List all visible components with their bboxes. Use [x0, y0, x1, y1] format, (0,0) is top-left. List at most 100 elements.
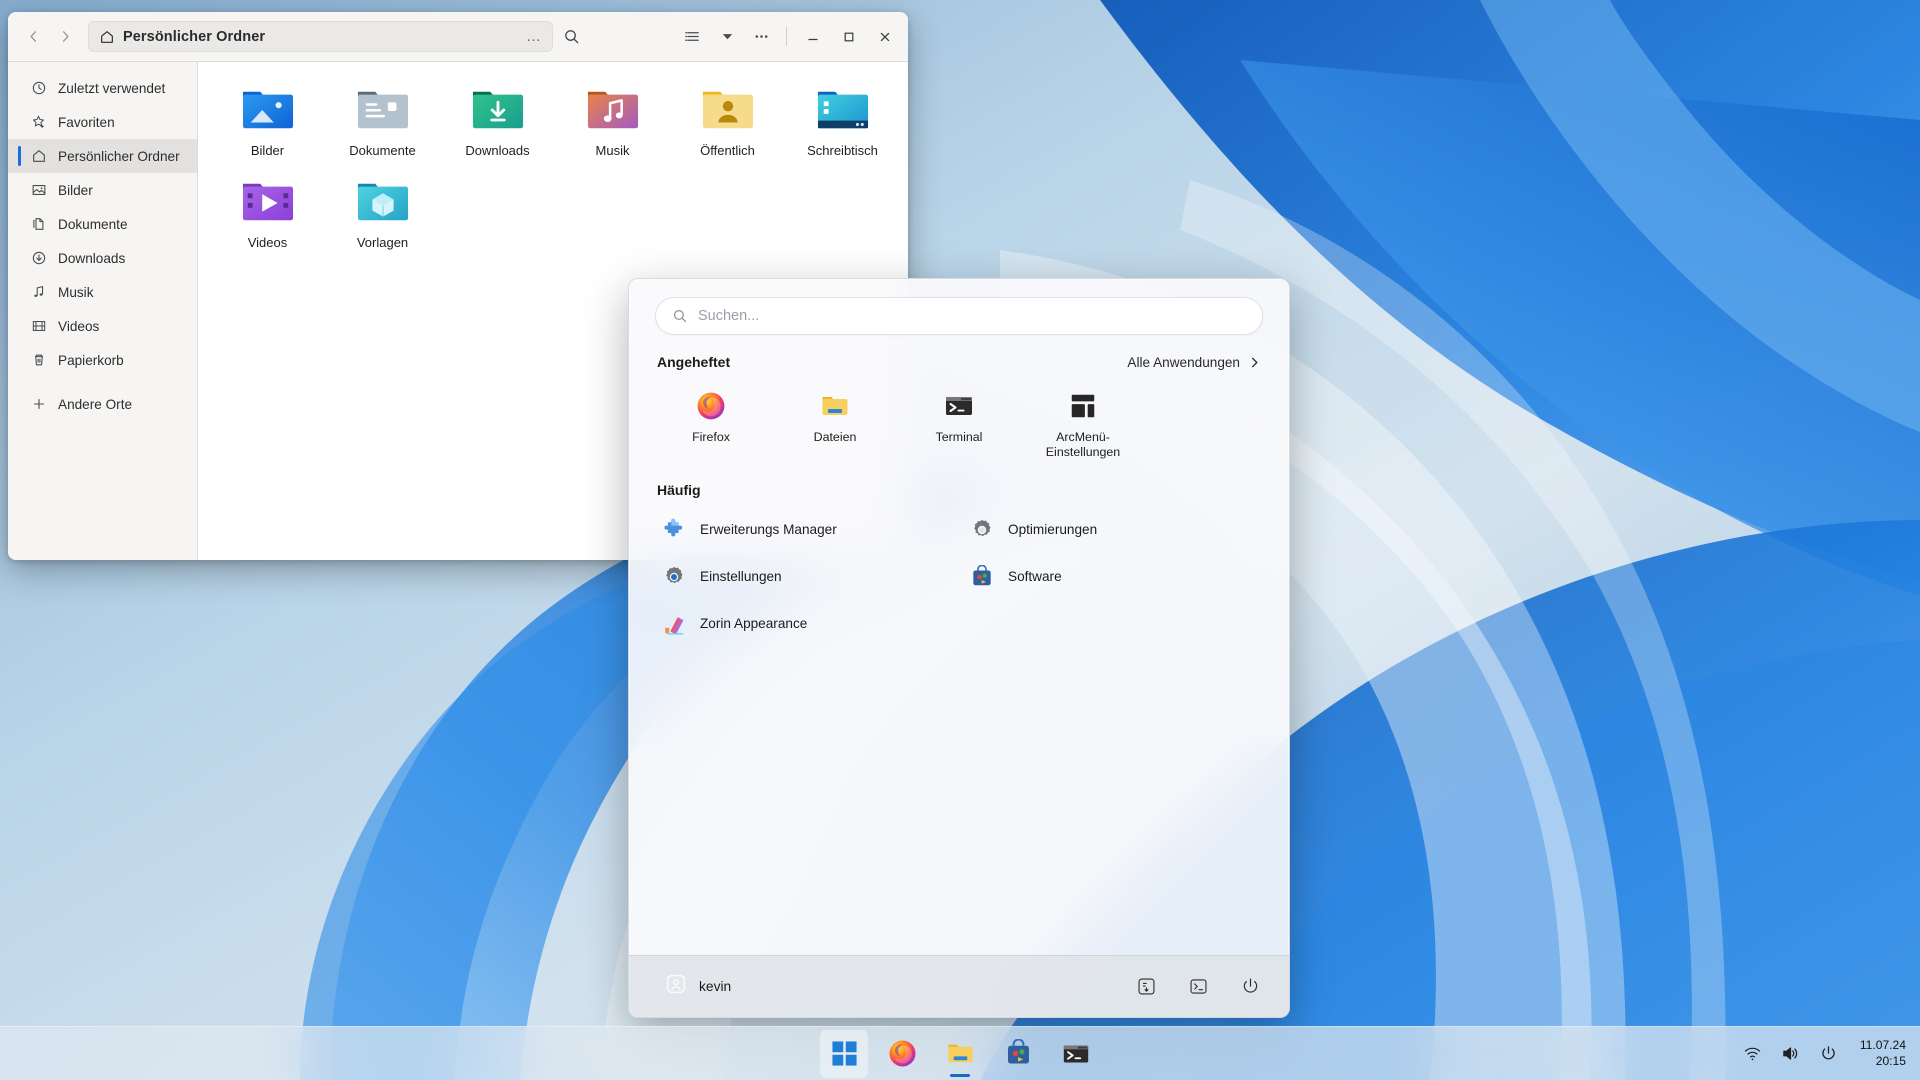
file-item-oeffentlich[interactable]: Öffentlich — [670, 80, 785, 162]
sidebar-item-label: Andere Orte — [58, 397, 132, 412]
sidebar-item-documents[interactable]: Dokumente — [8, 207, 197, 241]
file-item-downloads[interactable]: Downloads — [440, 80, 555, 162]
frequent-app-software[interactable]: Software — [959, 553, 1267, 600]
power-icon[interactable] — [1237, 974, 1263, 1000]
file-item-dokumente[interactable]: Dokumente — [325, 80, 440, 162]
sidebar-item-favorites[interactable]: Favoriten — [8, 105, 197, 139]
trash-icon — [30, 352, 47, 369]
pinned-app-arcmenu-settings[interactable]: ArcMenü-Einstellungen — [1021, 380, 1145, 467]
pinned-app-firefox[interactable]: Firefox — [649, 380, 773, 467]
user-name: kevin — [699, 979, 731, 994]
path-title: Persönlicher Ordner — [123, 29, 265, 45]
user-button[interactable]: kevin — [655, 967, 741, 1006]
file-manager-icon[interactable] — [1133, 974, 1159, 1000]
sidebar-item-pictures[interactable]: Bilder — [8, 173, 197, 207]
folder-desktop-icon — [812, 84, 874, 136]
files-icon — [945, 1038, 976, 1069]
frequent-app-zorin-appearance[interactable]: Zorin Appearance — [651, 600, 959, 647]
sidebar-item-trash[interactable]: Papierkorb — [8, 343, 197, 377]
terminal-icon[interactable] — [1185, 974, 1211, 1000]
clock[interactable]: 11.07.24 20:15 — [1860, 1038, 1906, 1069]
frequent-app-einstellungen[interactable]: Einstellungen — [651, 553, 959, 600]
path-bar[interactable]: Persönlicher Ordner … — [88, 21, 553, 52]
pinned-app-terminal[interactable]: Terminal — [897, 380, 1021, 467]
frequent-app-label: Optimierungen — [1008, 522, 1097, 537]
taskbar-terminal[interactable] — [1052, 1030, 1100, 1078]
close-button[interactable] — [868, 22, 902, 52]
file-manager-header: Persönlicher Ordner … — [8, 12, 908, 62]
search-icon[interactable] — [555, 22, 587, 52]
taskbar[interactable]: 11.07.24 20:15 — [0, 1026, 1920, 1080]
plus-icon — [30, 396, 47, 413]
pinned-app-label: Dateien — [814, 430, 857, 445]
folder-public-icon — [697, 84, 759, 136]
clock-time: 20:15 — [1860, 1054, 1906, 1069]
software-bag-icon — [969, 564, 995, 590]
start-button[interactable] — [820, 1030, 868, 1078]
sidebar-item-label: Videos — [58, 319, 99, 334]
list-view-icon[interactable] — [677, 22, 709, 52]
power-icon[interactable] — [1818, 1043, 1840, 1065]
file-label: Downloads — [465, 143, 529, 158]
file-item-bilder[interactable]: Bilder — [210, 80, 325, 162]
frequent-app-label: Zorin Appearance — [700, 616, 807, 631]
file-grid-row: Bilder Dokumente — [210, 80, 900, 162]
forward-button[interactable] — [50, 22, 80, 52]
file-label: Videos — [248, 235, 288, 250]
taskbar-files[interactable] — [936, 1030, 984, 1078]
header-separator — [786, 27, 787, 46]
folder-music-icon — [582, 84, 644, 136]
file-label: Dokumente — [349, 143, 415, 158]
sidebar-item-music[interactable]: Musik — [8, 275, 197, 309]
footer-actions — [1133, 974, 1263, 1000]
home-icon — [99, 29, 115, 45]
maximize-button[interactable] — [832, 22, 866, 52]
file-item-schreibtisch[interactable]: Schreibtisch — [785, 80, 900, 162]
files-icon — [818, 389, 852, 423]
sidebar-item-videos[interactable]: Videos — [8, 309, 197, 343]
star-plus-icon — [30, 114, 47, 131]
overflow-menu-icon[interactable] — [745, 22, 777, 52]
sidebar-item-downloads[interactable]: Downloads — [8, 241, 197, 275]
pinned-apps-grid: Firefox Dateien — [629, 376, 1289, 469]
gear-grey-icon — [969, 517, 995, 543]
pinned-section-header: Angeheftet Alle Anwendungen — [629, 341, 1289, 376]
file-item-videos[interactable]: Videos — [210, 172, 325, 254]
volume-icon[interactable] — [1780, 1043, 1802, 1065]
folder-pictures-icon — [237, 84, 299, 136]
sidebar-item-label: Dokumente — [58, 217, 128, 232]
chevron-down-icon[interactable] — [711, 22, 743, 52]
wifi-icon[interactable] — [1742, 1043, 1764, 1065]
home-icon — [30, 148, 47, 165]
documents-icon — [30, 216, 47, 233]
pinned-app-label: Firefox — [692, 430, 730, 445]
pinned-heading: Angeheftet — [657, 354, 730, 370]
frequent-app-optimierungen[interactable]: Optimierungen — [959, 506, 1267, 553]
all-apps-button[interactable]: Alle Anwendungen — [1127, 355, 1261, 370]
frequent-app-erweiterungs-manager[interactable]: Erweiterungs Manager — [651, 506, 959, 553]
sidebar-item-recent[interactable]: Zuletzt verwendet — [8, 71, 197, 105]
file-label: Musik — [596, 143, 630, 158]
start-menu-search-area: Suchen... — [629, 279, 1289, 341]
file-item-musik[interactable]: Musik — [555, 80, 670, 162]
sidebar-item-other-places[interactable]: Andere Orte — [8, 387, 197, 421]
frequent-heading: Häufig — [657, 482, 701, 498]
pinned-app-dateien[interactable]: Dateien — [773, 380, 897, 467]
search-input[interactable]: Suchen... — [655, 297, 1263, 335]
start-menu[interactable]: Suchen... Angeheftet Alle Anwendungen — [628, 278, 1290, 1018]
terminal-icon — [1061, 1039, 1091, 1069]
file-label: Bilder — [251, 143, 284, 158]
taskbar-software[interactable] — [994, 1030, 1042, 1078]
minimize-button[interactable] — [796, 22, 830, 52]
all-apps-label: Alle Anwendungen — [1127, 355, 1240, 370]
folder-documents-icon — [352, 84, 414, 136]
sidebar-item-home[interactable]: Persönlicher Ordner — [8, 139, 197, 173]
back-button[interactable] — [18, 22, 48, 52]
desktop[interactable]: Persönlicher Ordner … — [0, 0, 1920, 1080]
download-icon — [30, 250, 47, 267]
sidebar[interactable]: Zuletzt verwendet Favoriten Persönlicher… — [8, 62, 198, 560]
file-item-vorlagen[interactable]: Vorlagen — [325, 172, 440, 254]
taskbar-firefox[interactable] — [878, 1030, 926, 1078]
frequent-apps-grid: Erweiterungs Manager Optimierungen — [629, 504, 1289, 647]
path-overflow-icon[interactable]: … — [526, 28, 542, 45]
